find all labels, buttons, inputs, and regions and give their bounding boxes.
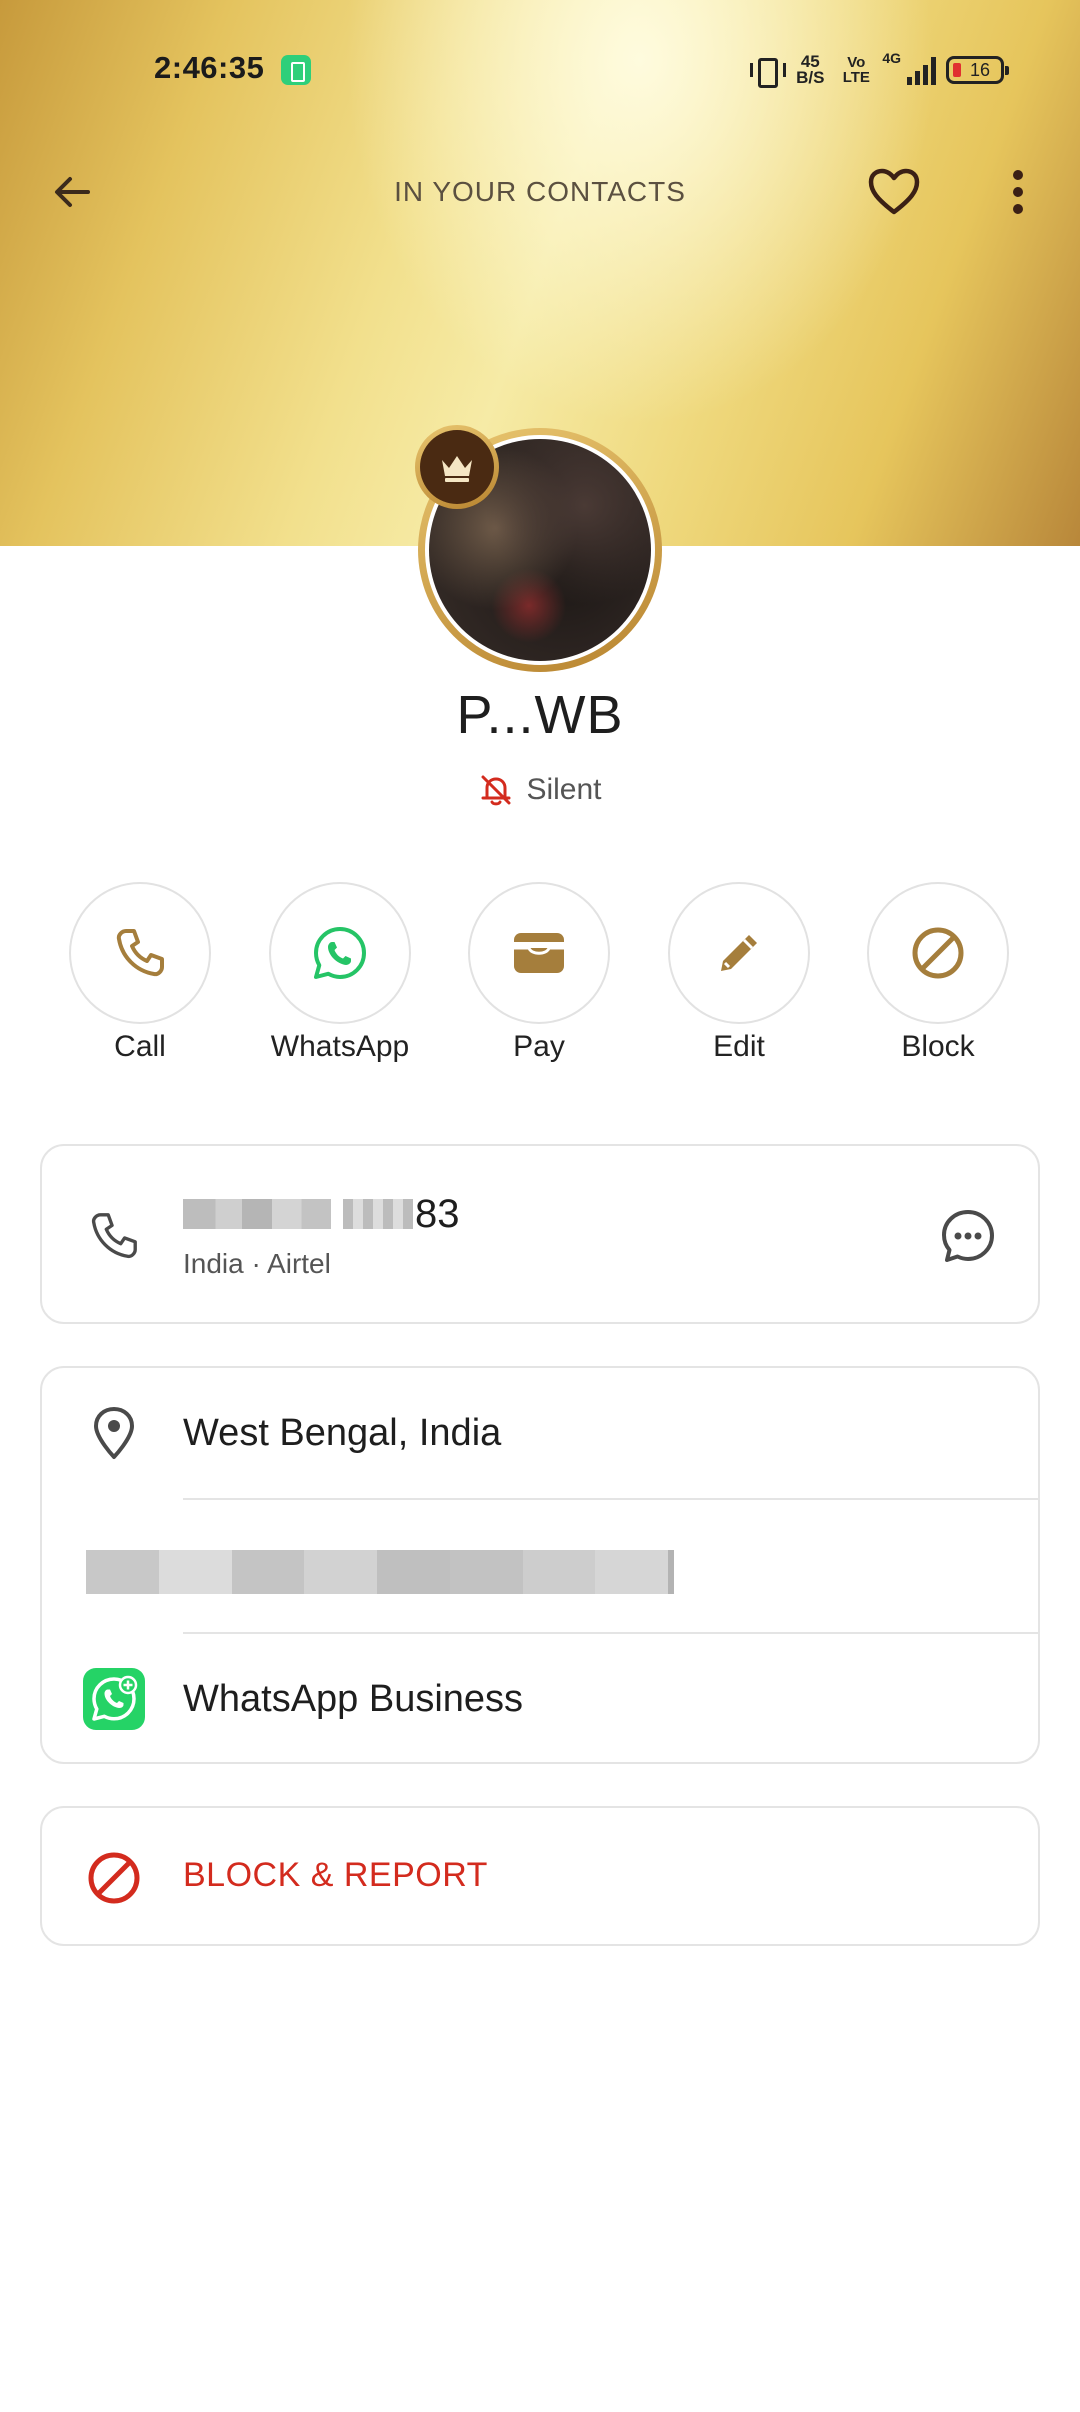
battery-level: 16 (969, 59, 991, 80)
redacted-digits (343, 1199, 413, 1229)
status-icons: 45 B/S Vo LTE 4G 16 (750, 50, 1009, 90)
status-bar: 2:46:35 45 B/S Vo LTE 4G 16 (0, 0, 1080, 140)
phone-carrier: India · Airtel (183, 1248, 331, 1279)
premium-badge (415, 425, 499, 509)
location-text: West Bengal, India (183, 1412, 502, 1454)
notification-app-icon (281, 55, 311, 85)
location-pin-icon (82, 1401, 146, 1465)
whatsapp-business-label: WhatsApp Business (183, 1678, 524, 1720)
contact-details-card: West Bengal, India WhatsApp Business (40, 1366, 1040, 1764)
phone-icon (91, 1213, 137, 1259)
redacted-content (86, 1550, 674, 1594)
block-icon (912, 927, 964, 979)
edit-action[interactable]: Edit (659, 882, 819, 1064)
ringtone-status[interactable]: Silent (0, 772, 1080, 808)
redacted-row[interactable] (42, 1500, 1038, 1632)
wallet-icon (514, 933, 564, 973)
status-time: 2:46:35 (154, 50, 265, 85)
action-label: Block (901, 1030, 975, 1063)
call-action[interactable]: Call (60, 882, 220, 1064)
heart-icon (868, 168, 920, 215)
phone-number-suffix: 83 (415, 1191, 460, 1236)
block-red-icon (82, 1846, 146, 1910)
ringtone-status-label: Silent (526, 773, 602, 806)
top-app-bar: IN YOUR CONTACTS (0, 150, 1080, 230)
battery-icon: 16 (946, 56, 1009, 84)
whatsapp-icon (314, 927, 366, 979)
favorite-button[interactable] (862, 160, 926, 224)
block-report-card[interactable]: BLOCK & REPORT (40, 1806, 1040, 1946)
edit-button[interactable] (668, 882, 810, 1024)
message-button[interactable] (936, 1204, 1000, 1268)
whatsapp-business-row[interactable]: WhatsApp Business (42, 1634, 1038, 1764)
call-button[interactable] (69, 882, 211, 1024)
pay-action[interactable]: Pay (459, 882, 619, 1064)
block-action[interactable]: Block (858, 882, 1018, 1064)
redacted-digits (183, 1199, 331, 1229)
signal-strength-icon (907, 55, 936, 85)
phone-number: 83 (183, 1191, 460, 1236)
network-speed: 45 B/S (796, 52, 825, 87)
more-vertical-icon (1013, 170, 1023, 214)
more-options-button[interactable] (988, 160, 1048, 224)
bell-off-icon (481, 775, 511, 806)
call-number-button[interactable] (82, 1204, 146, 1268)
message-bubble-icon (942, 1210, 994, 1262)
block-report-button[interactable]: BLOCK & REPORT (183, 1856, 488, 1895)
block-button[interactable] (867, 882, 1009, 1024)
pay-button[interactable] (468, 882, 610, 1024)
whatsapp-business-icon (82, 1667, 146, 1731)
vibrate-icon (750, 56, 787, 88)
whatsapp-action[interactable]: WhatsApp (260, 882, 420, 1064)
volte-indicator: Vo LTE (842, 54, 870, 86)
action-label: Edit (713, 1030, 765, 1063)
action-label: Pay (513, 1030, 565, 1063)
crown-icon (442, 456, 472, 482)
location-row[interactable]: West Bengal, India (42, 1368, 1038, 1498)
whatsapp-button[interactable] (269, 882, 411, 1024)
action-label: WhatsApp (270, 1030, 410, 1063)
network-type: 4G (882, 50, 901, 66)
action-label: Call (114, 1030, 166, 1063)
contact-name: P...WB (456, 685, 624, 745)
phone-icon (116, 929, 164, 977)
pencil-icon (721, 935, 757, 971)
phone-number-card[interactable]: 83 India · Airtel (40, 1144, 1040, 1324)
